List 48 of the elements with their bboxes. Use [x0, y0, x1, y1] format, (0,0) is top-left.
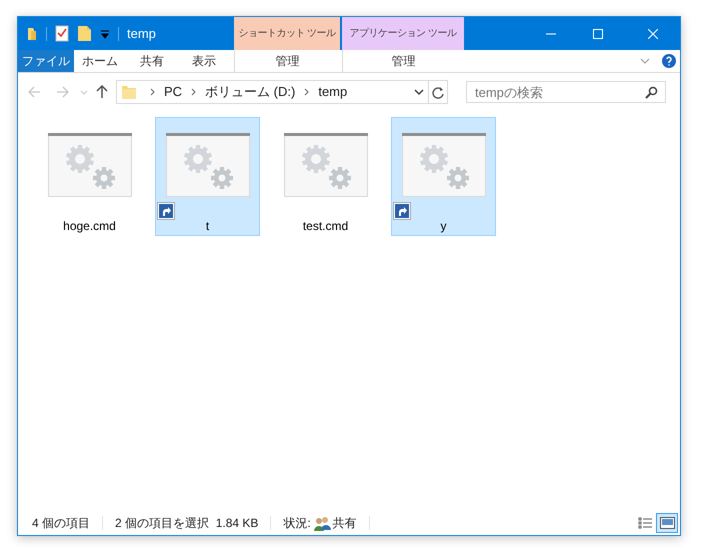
gears-icon [402, 133, 486, 198]
file-name[interactable]: t [206, 217, 210, 235]
large-icons-view-button[interactable] [656, 513, 678, 533]
gears-icon [284, 133, 368, 198]
address-bar[interactable]: PC ボリューム (D:) temp [116, 80, 448, 104]
chevron-down-icon[interactable] [414, 88, 424, 96]
ribbon-tab[interactable]: 共有 [126, 50, 178, 72]
breadcrumb[interactable]: temp [318, 82, 348, 102]
ribbon-tab[interactable]: 管理 [234, 50, 340, 72]
share-status: 共有 [332, 515, 357, 532]
gears-icon [166, 133, 250, 198]
file-item[interactable]: test.cmd [273, 117, 378, 236]
ribbon-tab[interactable]: 管理 [342, 50, 464, 72]
up-arrow-icon[interactable] [96, 85, 108, 99]
file-name[interactable]: test.cmd [302, 217, 348, 235]
tool-group-header: ショートカット ツール [234, 17, 340, 50]
item-count: 4 個の項目 [32, 515, 90, 532]
properties-icon[interactable] [55, 25, 69, 42]
window-title: temp [127, 24, 156, 43]
file-tab[interactable]: ファイル [18, 50, 74, 72]
maximize-icon[interactable] [593, 28, 603, 38]
file-name[interactable]: y [440, 217, 446, 235]
list-icon [638, 517, 652, 529]
breadcrumb[interactable]: ボリューム (D:) [205, 82, 296, 102]
file-item[interactable]: hoge.cmd [37, 117, 142, 236]
ribbon-tab[interactable]: ホーム [74, 50, 126, 72]
search-icon[interactable] [645, 86, 658, 99]
selection-info: 2 個の項目を選択 1.84 KB [115, 515, 258, 532]
gears-icon [48, 133, 132, 198]
customize-menu-icon[interactable] [100, 28, 110, 39]
chevron-right-icon[interactable] [150, 88, 155, 96]
chevron-right-icon[interactable] [304, 88, 310, 96]
close-icon[interactable] [648, 28, 658, 38]
folder-icon[interactable] [26, 26, 38, 42]
people-icon [312, 516, 331, 530]
chevron-right-icon[interactable] [191, 88, 196, 96]
picture-frame-icon [660, 517, 674, 529]
search-field[interactable]: tempの検索 [466, 81, 666, 103]
folder-icon [121, 84, 137, 100]
file-name[interactable]: hoge.cmd [63, 217, 116, 235]
refresh-icon[interactable] [432, 86, 444, 98]
ribbon-tab[interactable]: 表示 [178, 50, 230, 72]
file-item[interactable]: y [391, 117, 496, 236]
file-item[interactable]: t [155, 117, 260, 236]
breadcrumb[interactable]: PC [164, 82, 182, 102]
status-label: 状況: [283, 515, 311, 532]
help-icon[interactable] [662, 54, 676, 68]
tool-group-header: アプリケーション ツール [342, 17, 464, 50]
